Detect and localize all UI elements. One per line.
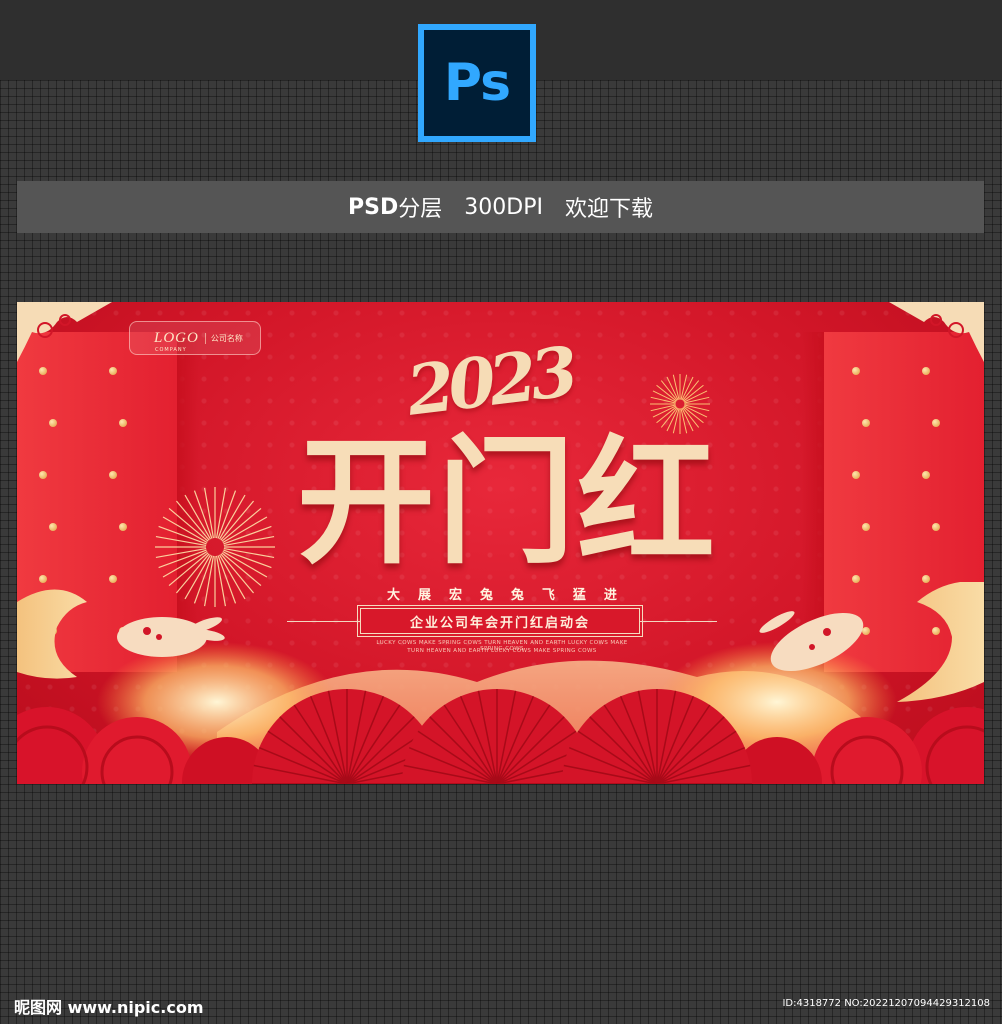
bead-light — [109, 471, 117, 479]
bead-light — [39, 367, 47, 375]
download-label: 欢迎下载 — [564, 197, 653, 222]
photoshop-icon: Ps — [418, 24, 536, 142]
bead-light — [862, 419, 870, 427]
site-watermark: 昵图网 www.nipic.com — [14, 998, 204, 1017]
bead-light — [119, 419, 127, 427]
bead-light — [922, 367, 930, 375]
lower-scenery — [17, 582, 984, 784]
bead-light — [922, 471, 930, 479]
logo-subtext: COMPANY — [155, 347, 187, 353]
bead-light — [852, 367, 860, 375]
bead-light — [49, 419, 57, 427]
bead-light — [39, 471, 47, 479]
fan-icon — [252, 689, 752, 784]
cloud-icon — [889, 302, 984, 362]
poster-preview: LOGO 公司名称 COMPANY 2023 开门红 大 展 宏 兔 兔 飞 猛… — [17, 302, 984, 784]
logo-text: LOGO — [154, 329, 199, 346]
bead-light — [109, 367, 117, 375]
wave-icon — [17, 589, 87, 679]
poster-title: 开门红 — [296, 420, 717, 583]
dpi-label: 300DPI — [464, 194, 543, 220]
bead-light — [852, 471, 860, 479]
logo-badge: LOGO 公司名称 — [129, 321, 261, 355]
bead-light — [932, 419, 940, 427]
file-info-bar: PSD 分层 300DPI 欢迎下载 — [17, 181, 984, 233]
company-name: 公司名称 — [204, 332, 243, 344]
format-label: PSD — [348, 194, 399, 220]
bead-light — [932, 523, 940, 531]
bead-light — [862, 523, 870, 531]
image-id-label: ID:4318772 NO:20221207094429312108 — [782, 998, 990, 1009]
bead-light — [119, 523, 127, 531]
photoshop-badge-label: Ps — [443, 53, 511, 113]
cloud-icon — [17, 302, 112, 362]
bead-light — [49, 523, 57, 531]
layer-label: 分层 — [398, 197, 443, 222]
